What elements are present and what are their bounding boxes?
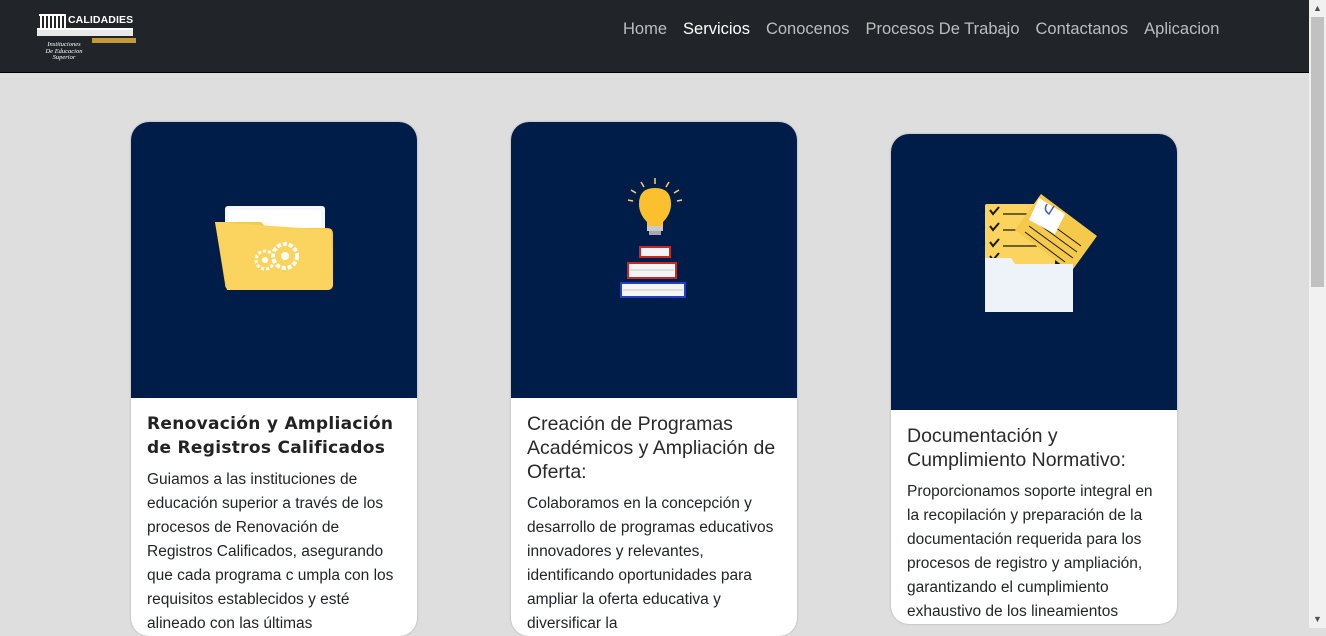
brand-tagline: Instituciones De Educacion Superior [34, 41, 94, 62]
main-nav: Home Servicios Conocenos Procesos De Tra… [623, 19, 1235, 39]
service-card-renovacion[interactable]: Renovación y Ampliación de Registros Cal… [131, 122, 417, 636]
card-body: Creación de Programas Académicos y Ampli… [511, 398, 797, 636]
card-body: Documentación y Cumplimiento Normativo: … [891, 410, 1177, 624]
card-title: Creación de Programas Académicos y Ampli… [527, 413, 776, 483]
card-image [511, 122, 797, 398]
documents-folder-icon [985, 194, 1097, 312]
nav-contactanos[interactable]: Contactanos [1036, 19, 1129, 39]
lightbulb-books-icon [620, 178, 686, 298]
nav-procesos-de-trabajo[interactable]: Procesos De Trabajo [865, 19, 1019, 39]
card-title: Documentación y Cumplimiento Normativo: [907, 425, 1126, 471]
nav-servicios[interactable]: Servicios [683, 19, 750, 39]
card-text: Proporcionamos soporte integral en la re… [907, 483, 1153, 620]
scroll-down-icon[interactable]: ▼ [1309, 611, 1326, 628]
brand-logo[interactable]: CALIDADIES Instituciones De Educacion Su… [34, 13, 138, 62]
card-body: Renovación y Ampliación de Registros Cal… [131, 398, 417, 636]
nav-home[interactable]: Home [623, 19, 667, 39]
card-image [131, 122, 417, 398]
card-image [891, 134, 1177, 410]
scroll-up-icon[interactable]: ▲ [1309, 0, 1326, 17]
nav-conocenos[interactable]: Conocenos [766, 19, 849, 39]
brand-name: CALIDADIES [68, 14, 134, 26]
brand-tagline-line: Superior [52, 54, 76, 61]
scroll-thumb[interactable] [1311, 17, 1324, 287]
page-scrollbar[interactable]: ▲ ▼ [1309, 0, 1326, 628]
navbar: CALIDADIES Instituciones De Educacion Su… [0, 0, 1309, 73]
service-card-creacion-programas[interactable]: Creación de Programas Académicos y Ampli… [511, 122, 797, 636]
card-title: Renovación y Ampliación de Registros Cal… [147, 414, 394, 458]
nav-aplicacion[interactable]: Aplicacion [1144, 19, 1219, 39]
folder-gears-icon [215, 206, 333, 290]
card-text: Colaboramos en la concepción y desarroll… [527, 495, 774, 632]
service-card-documentacion[interactable]: Documentación y Cumplimiento Normativo: … [891, 134, 1177, 624]
card-text: Guiamos a las instituciones de educación… [147, 471, 394, 632]
